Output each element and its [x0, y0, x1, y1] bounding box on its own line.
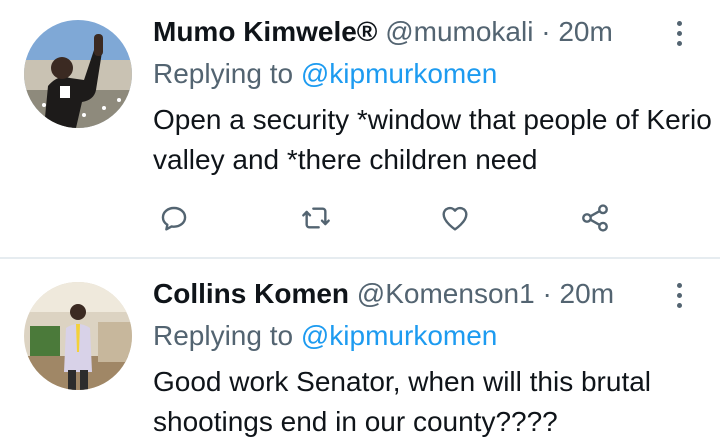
tweet-header: Collins Komen @Komenson1 · 20m	[153, 277, 614, 311]
tweet-text: Open a security *window that people of K…	[153, 104, 712, 175]
divider	[0, 257, 720, 259]
display-name[interactable]: Collins Komen	[153, 278, 349, 309]
more-options-icon[interactable]	[669, 278, 689, 312]
tweet-header: Mumo Kimwele® @mumokali · 20m	[153, 15, 613, 49]
separator: ·	[541, 16, 551, 47]
timestamp[interactable]: 20m	[558, 16, 612, 47]
replying-label: Replying to	[153, 320, 294, 351]
mention-link[interactable]: @kipmurkomen	[301, 320, 497, 351]
display-name[interactable]: Mumo Kimwele®	[153, 16, 377, 47]
replying-to: Replying to @kipmurkomen	[153, 57, 497, 91]
user-handle[interactable]: @Komenson1	[357, 278, 535, 309]
avatar[interactable]	[24, 282, 132, 390]
mention-link[interactable]: @kipmurkomen	[301, 58, 497, 89]
tweet-text: Good work Senator, when will this brutal…	[153, 366, 652, 437]
more-options-icon[interactable]	[669, 16, 689, 50]
retweet-icon[interactable]	[294, 196, 338, 240]
tweet[interactable]: Collins Komen @Komenson1 · 20m Replying …	[0, 260, 720, 444]
user-handle[interactable]: @mumokali	[385, 16, 533, 47]
avatar[interactable]	[24, 20, 132, 128]
reply-icon[interactable]	[152, 196, 196, 240]
tweet-actions	[0, 196, 720, 240]
replying-label: Replying to	[153, 58, 294, 89]
share-icon[interactable]	[573, 196, 617, 240]
replying-to: Replying to @kipmurkomen	[153, 319, 497, 353]
like-icon[interactable]	[433, 196, 477, 240]
tweet[interactable]: Mumo Kimwele® @mumokali · 20m Replying t…	[0, 0, 720, 258]
separator: ·	[542, 278, 552, 309]
timestamp[interactable]: 20m	[560, 278, 614, 309]
